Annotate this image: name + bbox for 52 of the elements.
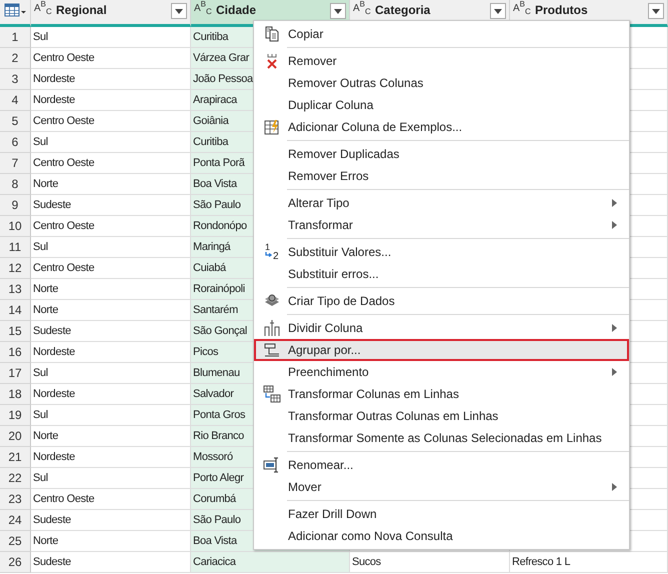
column-name: Produtos	[535, 3, 589, 17]
row-number: 4	[0, 90, 31, 111]
row-number: 17	[0, 363, 31, 384]
table-menu-button[interactable]	[0, 0, 31, 27]
row-number: 1	[0, 27, 31, 48]
column-name: Regional	[56, 3, 108, 17]
filter-dropdown-button[interactable]	[171, 3, 187, 19]
menu-item[interactable]: Agrupar por...	[254, 339, 629, 361]
row-number: 6	[0, 132, 31, 153]
layers-icon	[264, 293, 280, 309]
row-number: 10	[0, 216, 31, 237]
column-name: Cidade	[216, 3, 258, 17]
row-number: 9	[0, 195, 31, 216]
row-number: 19	[0, 405, 31, 426]
rename-icon	[263, 457, 281, 473]
table-icon	[4, 3, 26, 17]
caret-icon	[494, 8, 502, 14]
unpivot-columns-icon	[263, 385, 281, 403]
row-number: 20	[0, 426, 31, 447]
row-number: 8	[0, 174, 31, 195]
row-number: 12	[0, 258, 31, 279]
filter-dropdown-button[interactable]	[330, 3, 346, 19]
row-number: 2	[0, 48, 31, 69]
split-column-icon	[264, 319, 280, 337]
copy-icon	[264, 26, 280, 42]
row-number: 15	[0, 321, 31, 342]
filter-dropdown-button[interactable]	[648, 3, 664, 19]
row-number: 14	[0, 300, 31, 321]
row-number: 11	[0, 237, 31, 258]
table-cell: Cariacica	[191, 552, 350, 573]
column-lightning-icon	[264, 119, 280, 135]
row-number: 18	[0, 384, 31, 405]
caret-icon	[652, 8, 660, 14]
table-cell: Refresco 1 L	[510, 552, 668, 573]
caret-icon	[334, 8, 342, 14]
row-number: 24	[0, 510, 31, 531]
caret-icon	[175, 8, 183, 14]
column-name: Categoria	[375, 3, 432, 17]
filter-dropdown-button[interactable]	[490, 3, 506, 19]
row-number: 16	[0, 342, 31, 363]
table-cell: Sucos	[350, 552, 510, 573]
row-number: 25	[0, 531, 31, 552]
row-number: 13	[0, 279, 31, 300]
table-cell: Sudeste	[31, 552, 191, 573]
row-number: 7	[0, 153, 31, 174]
row-number: 5	[0, 111, 31, 132]
row-number: 26	[0, 552, 31, 573]
row-number: 22	[0, 468, 31, 489]
row-number: 21	[0, 447, 31, 468]
group-by-icon	[264, 343, 280, 357]
row-number: 23	[0, 489, 31, 510]
row-number: 3	[0, 69, 31, 90]
